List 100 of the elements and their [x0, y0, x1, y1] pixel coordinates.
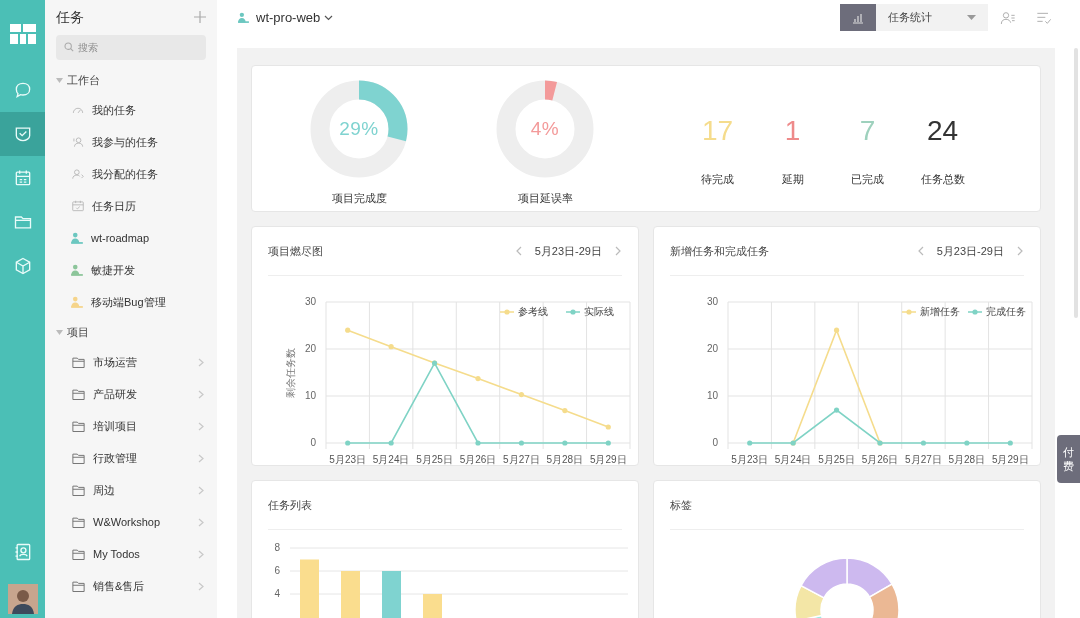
sidebar-item[interactable]: 我分配的任务 — [56, 158, 206, 190]
y-tick-label: 6 — [274, 565, 280, 576]
previous-icon[interactable] — [514, 246, 523, 256]
legend-label: 完成任务 — [986, 306, 1026, 317]
sidebar-item[interactable]: 我参与的任务 — [56, 126, 206, 158]
avatar[interactable] — [7, 584, 38, 614]
sidebar-item[interactable]: 销售&售后 — [56, 570, 206, 602]
bar — [423, 594, 442, 618]
legend-marker — [499, 309, 515, 315]
chevron-icon — [198, 517, 204, 527]
x-tick-label: 5月23日 — [731, 454, 769, 465]
chevron-icon — [198, 421, 204, 431]
data-point — [833, 327, 840, 333]
stat-label: 已完成 — [851, 172, 884, 188]
data-point — [388, 440, 394, 446]
x-tick-label: 5月24日 — [774, 454, 812, 465]
sidebar-item[interactable]: 培训项目 — [56, 410, 206, 442]
ring-label: 项目完成度 — [331, 191, 387, 207]
view-select[interactable]: 任务统计 — [876, 4, 988, 31]
user-arrow-icon — [71, 167, 85, 181]
bar — [341, 571, 360, 618]
sidebar-item[interactable]: 移动端Bug管理 — [56, 286, 206, 318]
legend-label: 实际线 — [584, 306, 614, 317]
data-point — [964, 440, 970, 446]
chevron-icon — [198, 389, 204, 399]
card-title: 标签 — [670, 497, 692, 513]
logo-icon — [9, 24, 36, 44]
bar — [382, 571, 401, 618]
ring-label: 项目延误率 — [517, 191, 573, 207]
stat-label: 待完成 — [701, 172, 734, 188]
members-icon[interactable] — [1000, 10, 1016, 25]
folder-icon — [71, 482, 86, 498]
chevron-icon — [198, 549, 204, 559]
date-range: 5月23日-29日 — [534, 243, 602, 259]
percent-value: 4% — [530, 117, 560, 141]
caret-icon[interactable] — [56, 329, 63, 335]
search-field[interactable]: 搜索 — [56, 35, 206, 60]
sidebar-item[interactable]: 任务日历 — [56, 190, 206, 222]
list-check-icon[interactable] — [1036, 10, 1052, 25]
caret-icon[interactable] — [56, 77, 63, 83]
card-title: 项目燃尽图 — [268, 243, 323, 259]
y-axis-label: 剩余任务数 — [285, 347, 296, 398]
chevron-icon — [198, 453, 204, 463]
chevron-down-icon — [324, 14, 334, 21]
sidebar-title: 任务 — [56, 7, 84, 27]
folder-icon — [71, 546, 86, 562]
group-label: 项目 — [67, 324, 89, 340]
data-point — [475, 440, 481, 446]
y-tick-label: 20 — [304, 343, 316, 354]
legend-marker — [901, 309, 917, 315]
bar-chart-icon — [852, 11, 864, 24]
next-icon[interactable] — [1016, 246, 1024, 256]
sidebar-item[interactable]: 行政管理 — [56, 442, 206, 474]
next-icon[interactable] — [614, 246, 622, 256]
search-icon — [64, 42, 74, 52]
y-tick-label: 20 — [706, 343, 718, 354]
y-tick-label: 8 — [274, 542, 280, 553]
sidebar-item[interactable]: 周边 — [56, 474, 206, 506]
x-tick-label: 5月28日 — [948, 454, 986, 465]
pay-tab[interactable]: 付费 — [1057, 435, 1080, 483]
data-point — [605, 424, 611, 430]
folder-icon — [71, 354, 86, 370]
chart-view-button[interactable] — [840, 4, 876, 31]
folder-icon — [71, 578, 86, 594]
data-point — [605, 440, 611, 446]
sidebar-item[interactable]: wt-roadmap — [56, 222, 206, 254]
bar — [300, 559, 319, 618]
card-title: 新增任务和完成任务 — [670, 243, 769, 259]
x-tick-label: 5月27日 — [503, 454, 540, 465]
y-tick-label: 10 — [304, 390, 316, 401]
person-icon — [237, 11, 250, 24]
stat-value: 1 — [784, 117, 801, 146]
add-icon[interactable] — [194, 11, 206, 23]
project-selector[interactable]: wt-pro-web — [256, 7, 334, 28]
sidebar-item[interactable]: W&Workshop — [56, 506, 206, 538]
previous-icon[interactable] — [916, 246, 925, 256]
rail-button[interactable] — [0, 112, 45, 156]
x-tick-label: 5月29日 — [589, 454, 627, 465]
y-tick-label: 10 — [706, 390, 718, 401]
data-point — [562, 440, 568, 446]
stat-value: 24 — [926, 117, 959, 146]
sidebar-item[interactable]: My Todos — [56, 538, 206, 570]
sidebar-item[interactable]: 敏捷开发 — [56, 254, 206, 286]
y-tick-label: 0 — [310, 437, 316, 448]
folder-icon — [71, 418, 86, 434]
calendar-icon — [71, 199, 85, 213]
stat-label: 任务总数 — [920, 172, 965, 188]
x-tick-label: 5月24日 — [372, 454, 410, 465]
data-point — [562, 407, 568, 414]
sidebar-item[interactable]: 产品研发 — [56, 378, 206, 410]
chevron-icon — [198, 485, 204, 495]
stat-value: 7 — [859, 117, 876, 146]
x-tick-label: 5月27日 — [905, 454, 942, 465]
legend-marker — [565, 309, 581, 315]
sidebar-item[interactable]: 我的任务 — [56, 94, 206, 126]
chevron-icon — [198, 357, 204, 367]
x-tick-label: 5月26日 — [459, 454, 497, 465]
data-point — [1007, 440, 1013, 446]
data-point — [920, 440, 927, 446]
sidebar-item[interactable]: 市场运营 — [56, 346, 206, 378]
